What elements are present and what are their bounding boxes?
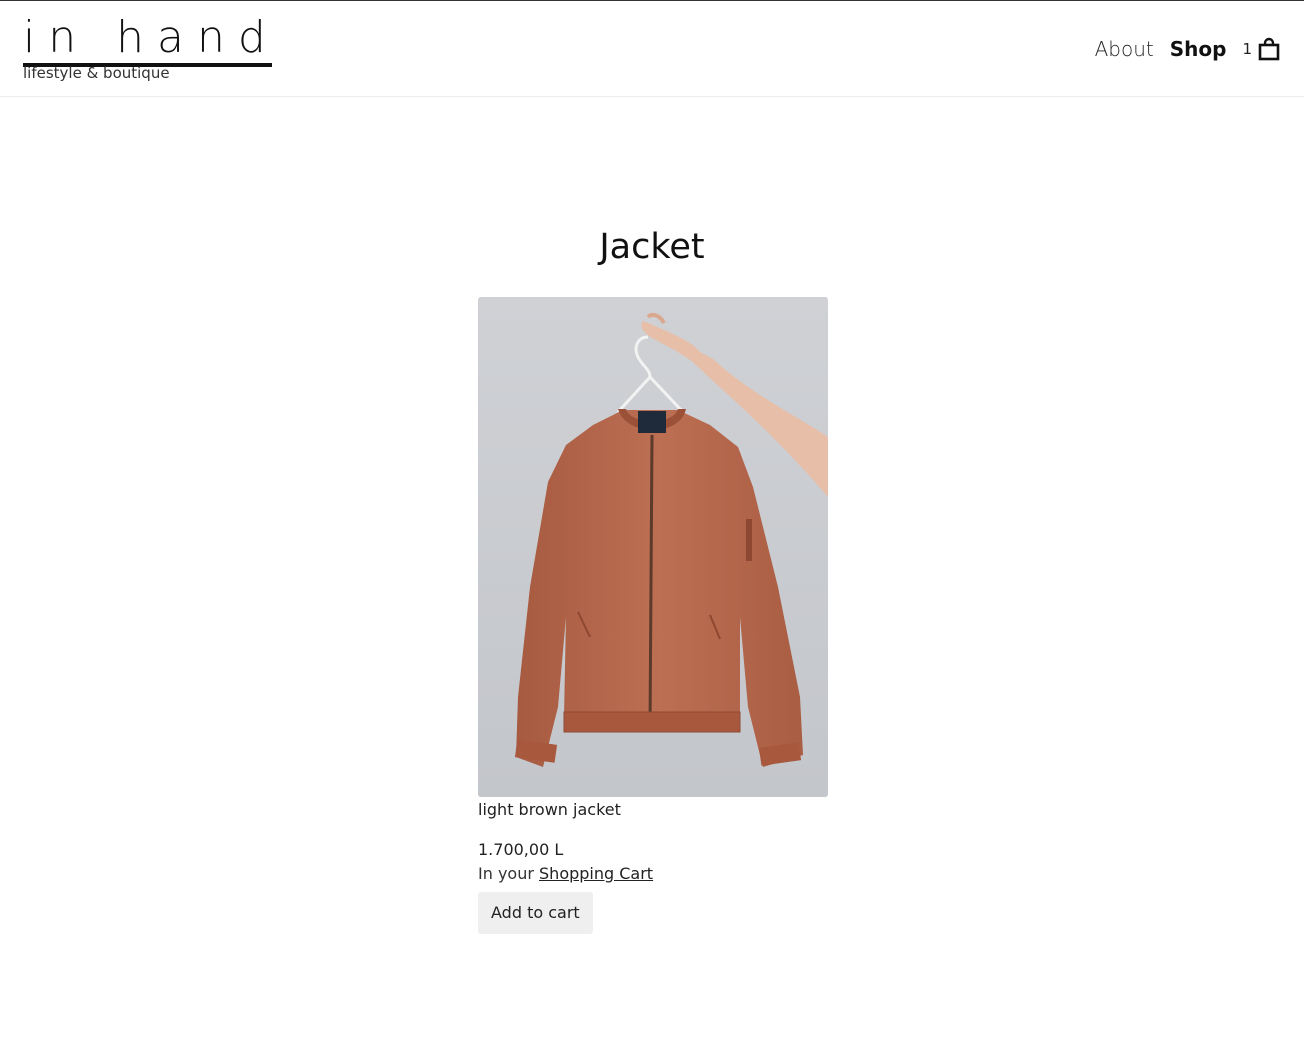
in-cart-prefix: In your [478,864,534,883]
product-price: 1.700,00 L [478,840,564,859]
product-description: light brown jacket [478,800,621,819]
main-nav: About Shop 1 [1079,35,1280,63]
cart-count: 1 [1242,40,1252,58]
page-title: Jacket [599,227,705,267]
in-cart-notice: In your Shopping Cart [478,864,828,884]
nav-about-link[interactable]: About [1095,35,1154,63]
brand-logo-link[interactable]: in hands lifestyle & boutique [23,13,272,82]
brand-name: in hands [23,13,272,67]
site-header: in hands lifestyle & boutique About Shop… [0,1,1304,97]
shopping-cart-link[interactable]: Shopping Cart [539,864,653,883]
add-to-cart-button[interactable]: Add to cart [478,892,593,934]
nav-shop-link[interactable]: Shop [1170,35,1227,63]
product-image [478,297,828,797]
brand-tagline: lifestyle & boutique [23,64,170,82]
shopping-bag-icon [1258,37,1280,61]
product-detail: light brown jacket 1.700,00 L In your Sh… [478,297,828,934]
cart-link[interactable]: 1 [1242,35,1280,63]
